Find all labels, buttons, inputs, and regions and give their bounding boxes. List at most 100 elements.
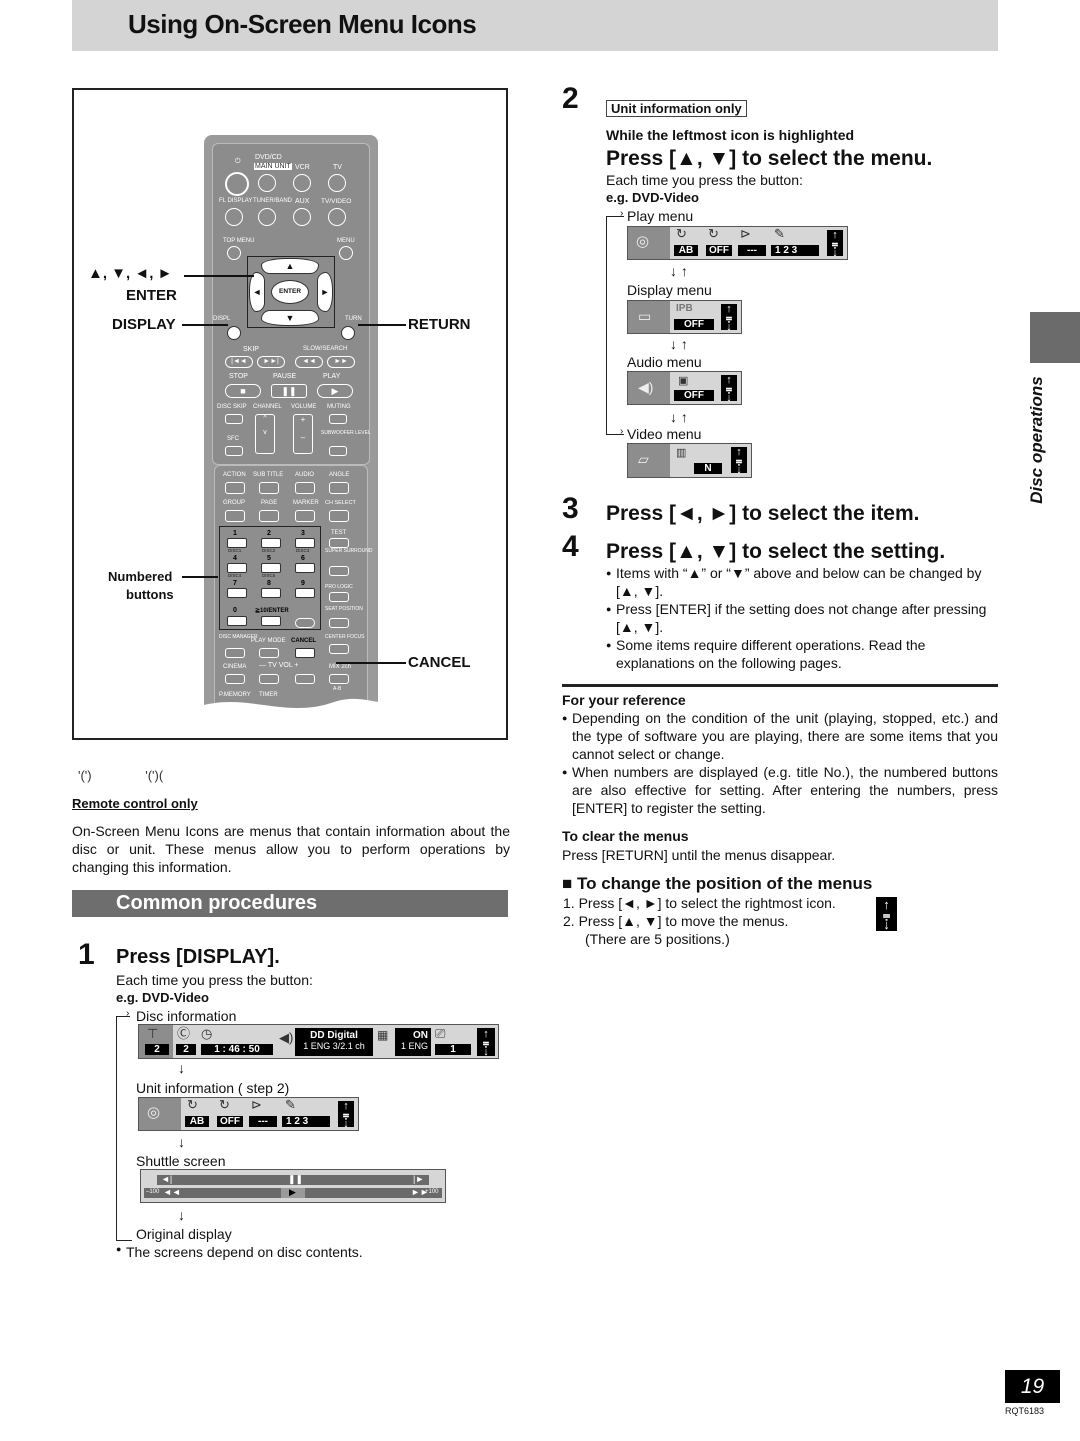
number-label: 9 xyxy=(301,580,305,587)
group-button[interactable] xyxy=(225,510,245,522)
channel-rocker[interactable]: ^ v xyxy=(255,414,275,454)
play-mode-label: PLAY MODE xyxy=(251,638,286,644)
move-position-icon[interactable]: ↑ ⩦ ↓ xyxy=(477,1028,495,1058)
repeat-ab-value: AB xyxy=(185,1116,209,1127)
number-button-6[interactable] xyxy=(295,563,315,573)
angle-label: ANGLE xyxy=(329,472,350,478)
play-icon: ▶ xyxy=(289,1187,296,1197)
return-label: TURN xyxy=(345,316,362,322)
aux-label: AUX xyxy=(295,198,310,205)
video-menu-osd: ▱ ▥ N ↑ ⩦ ↓ xyxy=(627,443,752,478)
super-surround-button[interactable] xyxy=(329,566,349,576)
number-button-4[interactable] xyxy=(227,563,247,573)
position-title-text: To change the position of the menus xyxy=(577,874,873,893)
disc-icon: ◎ xyxy=(636,233,650,250)
page-button[interactable] xyxy=(259,510,279,522)
play-button[interactable]: ▶ xyxy=(317,384,353,398)
section-bar: Common procedures xyxy=(72,890,508,917)
display-label: DISPL xyxy=(213,316,231,322)
volume-rocker[interactable]: + – xyxy=(293,414,313,454)
up-button[interactable]: ▲ xyxy=(261,258,319,274)
dvd-button[interactable] xyxy=(258,174,276,192)
clear-menus-text: Press [RETURN] until the menus disappear… xyxy=(562,847,836,863)
tuner-band-label: TUNER/BAND xyxy=(253,198,293,204)
remote-upper-panel: ⏻ DVD/CD MAIN UNIT VCR TV FL DISPLAY TUN… xyxy=(212,143,371,465)
down-button[interactable]: ▼ xyxy=(261,310,319,326)
position-step-1: 1. Press [◄, ►] to select the rightmost … xyxy=(563,895,836,911)
step-1-heading: Press [DISPLAY]. xyxy=(116,946,280,968)
number-button-3[interactable] xyxy=(295,538,315,548)
program-value: 1 2 3 xyxy=(771,245,819,256)
step-4-number: 4 xyxy=(562,530,579,563)
number-button-8[interactable] xyxy=(261,588,281,598)
tuner-band-button[interactable] xyxy=(258,208,276,226)
reference-note: When numbers are displayed (e.g. title N… xyxy=(562,763,998,817)
skip-forward-button[interactable]: ►►| xyxy=(257,356,285,368)
updown-arrows-icon: ↓ ↑ xyxy=(670,336,688,352)
remote-illustration: ⏻ DVD/CD MAIN UNIT VCR TV FL DISPLAY TUN… xyxy=(72,88,508,740)
play-menu-osd: ◎ ↻ AB ↻ OFF ⊳ --- ✎ 1 2 3 ↑ ⩦ ↓ xyxy=(627,226,848,260)
disc-manager-button[interactable] xyxy=(225,648,245,658)
step-2-number: 2 xyxy=(562,82,579,115)
pro-logic-button[interactable] xyxy=(329,592,349,602)
muting-button[interactable] xyxy=(329,414,347,424)
cancel-button[interactable] xyxy=(295,648,315,658)
tv-button[interactable] xyxy=(328,174,346,192)
stop-button[interactable]: ■ xyxy=(225,384,261,398)
right-button[interactable]: ► xyxy=(317,272,333,312)
channel-label: CHANNEL xyxy=(253,404,282,410)
menu-button[interactable] xyxy=(339,246,353,260)
disc-info-label: Disc information xyxy=(136,1008,237,1024)
vcr-button[interactable] xyxy=(293,174,311,192)
skip-back-button[interactable]: |◄◄ xyxy=(225,356,253,368)
position-title: ■ To change the position of the menus xyxy=(562,874,872,894)
angle-button[interactable] xyxy=(329,482,349,494)
seat-position-button[interactable] xyxy=(329,618,349,628)
move-position-icon[interactable]: ↑ ⩦ ↓ xyxy=(731,447,747,476)
number-button-1[interactable] xyxy=(227,538,247,548)
title-icon: ⊤ xyxy=(147,1026,159,1041)
rewind-button[interactable]: ◄◄ xyxy=(295,356,323,368)
number-button-5[interactable] xyxy=(261,563,281,573)
ten-enter-button[interactable] xyxy=(261,616,281,626)
marker-label: MARKER xyxy=(293,500,319,506)
test-button[interactable] xyxy=(329,538,349,548)
play-mode-button[interactable] xyxy=(259,648,279,658)
center-focus-button[interactable] xyxy=(329,644,349,654)
left-button[interactable]: ◄ xyxy=(249,272,265,312)
tv-video-button[interactable] xyxy=(328,208,346,226)
shuttle-label: Shuttle screen xyxy=(136,1153,226,1169)
cancel-label: CANCEL xyxy=(291,638,316,644)
ch-select-button[interactable] xyxy=(329,510,349,522)
number-button-0[interactable] xyxy=(227,616,247,626)
page-label: PAGE xyxy=(261,500,278,506)
move-position-icon[interactable]: ↑ ⩦ ↓ xyxy=(827,230,843,259)
pause-button[interactable]: ❚❚ xyxy=(271,384,307,398)
number-button-2[interactable] xyxy=(261,538,281,548)
power-button[interactable] xyxy=(225,172,249,196)
fast-forward-button[interactable]: ►► xyxy=(327,356,355,368)
number-label: 6 xyxy=(301,555,305,562)
sfc-button[interactable] xyxy=(225,446,243,456)
top-menu-button[interactable] xyxy=(227,246,241,260)
disc-skip-button[interactable] xyxy=(225,414,243,424)
aux-button[interactable] xyxy=(293,208,311,226)
return-button[interactable] xyxy=(341,326,355,340)
display-button[interactable] xyxy=(227,326,241,340)
enter-button[interactable]: ENTER xyxy=(271,280,309,304)
step-3-heading: Press [◄, ►] to select the item. xyxy=(606,502,920,525)
move-position-icon[interactable]: ↑ ⩦ ↓ xyxy=(721,375,737,404)
fl-display-button[interactable] xyxy=(225,208,243,226)
move-position-icon[interactable]: ↑ ⩦ ↓ xyxy=(338,1101,354,1130)
number-button-9[interactable] xyxy=(295,588,315,598)
number-button-7[interactable] xyxy=(227,588,247,598)
skip-label: SKIP xyxy=(243,346,259,353)
audio-button[interactable] xyxy=(295,482,315,494)
subwoofer-button[interactable] xyxy=(329,446,347,456)
action-button[interactable] xyxy=(225,482,245,494)
marker-button[interactable] xyxy=(295,510,315,522)
subtitle-button[interactable] xyxy=(259,482,279,494)
move-position-icon[interactable]: ↑ ⩦ ↓ xyxy=(721,304,737,333)
remote-only-label: Remote control only xyxy=(72,796,198,811)
enter-oval-button[interactable] xyxy=(295,618,315,628)
